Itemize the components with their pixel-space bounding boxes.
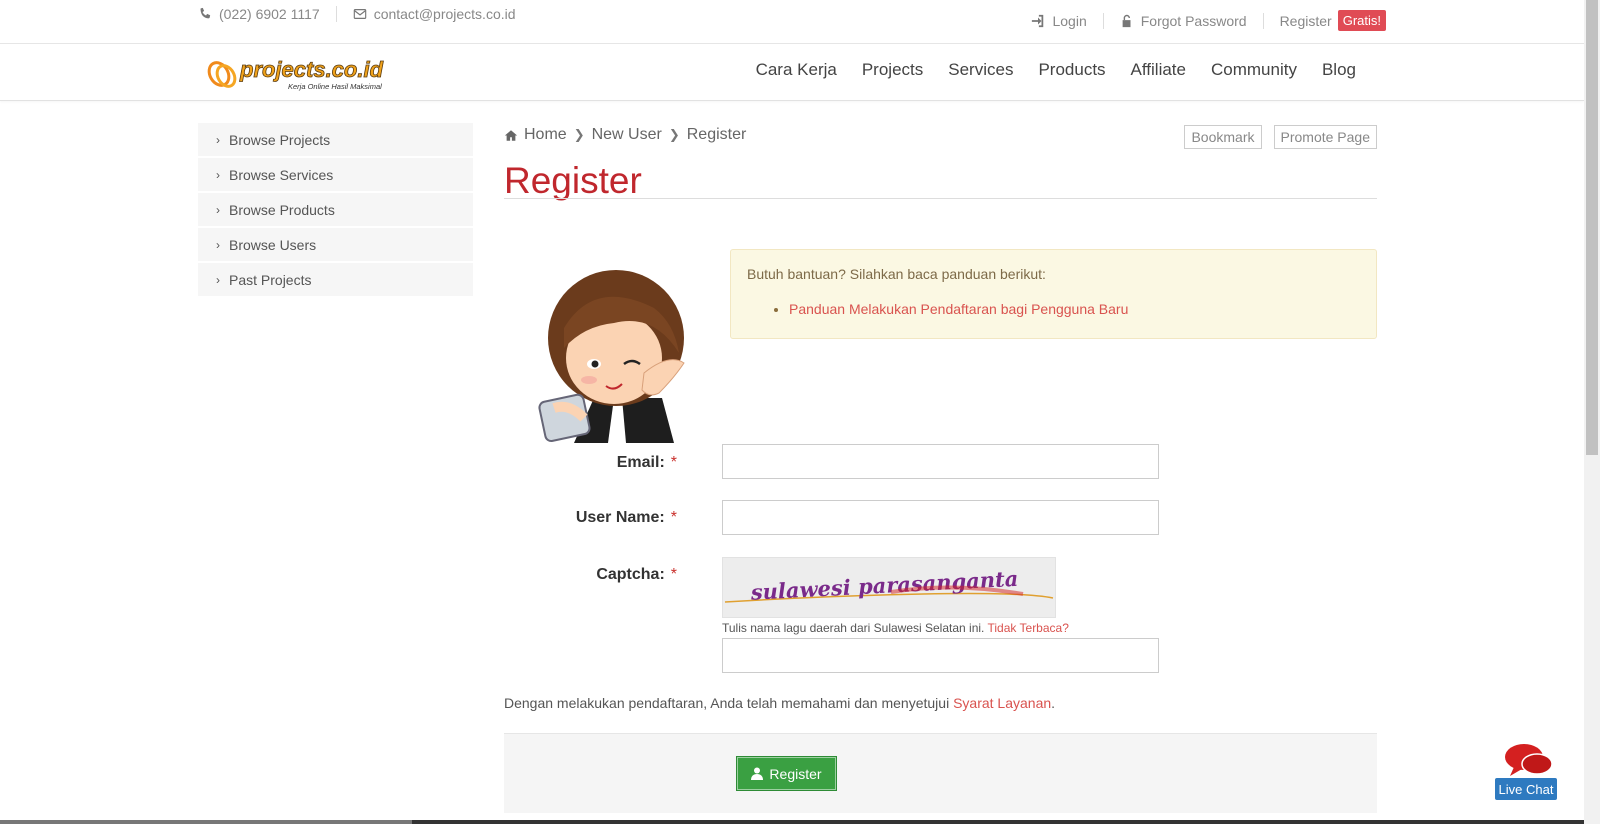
terms-text: Dengan melakukan pendaftaran, Anda telah… <box>504 695 950 711</box>
phone-icon <box>200 7 211 19</box>
contact-info: (022) 6902 1117 contact@projects.co.id <box>198 6 516 22</box>
bottom-edge <box>0 820 1584 824</box>
captcha-label: Captcha: * <box>596 566 677 584</box>
gratis-badge[interactable]: Gratis! <box>1337 10 1386 31</box>
nav-projects[interactable]: Projects <box>862 60 923 80</box>
sidebar-item-browse-projects[interactable]: › Browse Projects <box>198 123 473 156</box>
nav-community[interactable]: Community <box>1211 60 1297 80</box>
registration-guide-link[interactable]: Panduan Melakukan Pendaftaran bagi Pengg… <box>789 301 1360 317</box>
email-label: Email: * <box>617 454 677 472</box>
divider <box>335 6 337 22</box>
live-chat-label[interactable]: Live Chat <box>1495 778 1557 800</box>
required-mark: * <box>670 566 677 583</box>
phone-number: (022) 6902 1117 <box>219 6 320 22</box>
form-actions: Register <box>504 733 1377 813</box>
captcha-hint: Tulis nama lagu daerah dari Sulawesi Sel… <box>722 621 1069 635</box>
login-label[interactable]: Login <box>1052 13 1086 29</box>
divider <box>1262 12 1264 29</box>
envelope-icon <box>353 9 366 19</box>
nav-affiliate[interactable]: Affiliate <box>1131 60 1186 80</box>
terms-of-service-link[interactable]: Syarat Layanan <box>953 695 1051 711</box>
promote-page-button[interactable]: Promote Page <box>1273 125 1377 149</box>
top-bar: (022) 6902 1117 contact@projects.co.id L… <box>0 0 1584 44</box>
chat-bubbles-icon[interactable] <box>1504 742 1554 780</box>
chevron-right-icon: › <box>216 132 220 147</box>
chevron-right-icon: › <box>216 167 220 182</box>
breadcrumb: Home ❯ New User ❯ Register <box>504 126 746 144</box>
captcha-image: sulawesi parasanganta <box>722 557 1056 618</box>
captcha-text: sulawesi parasanganta <box>749 566 1019 605</box>
scrollbar-thumb[interactable] <box>1586 0 1598 455</box>
register-label[interactable]: Register <box>1280 13 1332 29</box>
bookmark-button[interactable]: Bookmark <box>1184 125 1262 149</box>
sign-in-icon <box>1032 14 1044 27</box>
register-link[interactable]: Register Gratis! <box>1280 10 1386 31</box>
login-link[interactable]: Login <box>1031 13 1087 29</box>
forgot-password-link[interactable]: Forgot Password <box>1120 13 1247 29</box>
username-field[interactable] <box>722 500 1159 535</box>
phone-contact: (022) 6902 1117 <box>198 6 320 22</box>
logo-tagline: Kerja Online Hasil Maksimal <box>288 82 382 91</box>
register-button[interactable]: Register <box>736 756 837 791</box>
main-navbar: projects.co.id Kerja Online Hasil Maksim… <box>0 44 1584 101</box>
chevron-right-icon: › <box>216 202 220 217</box>
breadcrumb-new-user[interactable]: New User <box>592 126 662 144</box>
required-mark: * <box>670 454 677 471</box>
main-menu: Cara Kerja Projects Services Products Af… <box>756 60 1356 80</box>
notice-links: Panduan Melakukan Pendaftaran bagi Pengg… <box>747 301 1360 317</box>
sidebar-item-label[interactable]: Past Projects <box>229 272 311 288</box>
username-label-text: User Name: <box>575 509 665 526</box>
home-icon <box>504 129 518 141</box>
breadcrumb-home[interactable]: Home <box>524 126 567 144</box>
captcha-hint-text: Tulis nama lagu daerah dari Sulawesi Sel… <box>722 621 985 635</box>
breadcrumb-separator: ❯ <box>668 127 680 142</box>
page-scrollbar[interactable] <box>1584 0 1600 824</box>
live-chat-widget[interactable]: Live Chat <box>1495 742 1563 800</box>
terms-end: . <box>1051 695 1056 711</box>
breadcrumb-separator: ❯ <box>573 127 585 142</box>
register-button-label[interactable]: Register <box>769 766 821 782</box>
username-label: User Name: * <box>576 509 677 527</box>
sidebar-item-past-projects[interactable]: › Past Projects <box>198 263 473 296</box>
required-mark: * <box>670 509 677 526</box>
sidebar-item-label[interactable]: Browse Services <box>229 167 333 183</box>
chevron-right-icon: › <box>216 272 220 287</box>
nav-products[interactable]: Products <box>1038 60 1105 80</box>
assistant-avatar-illustration <box>538 270 685 443</box>
sidebar-item-browse-services[interactable]: › Browse Services <box>198 158 473 191</box>
email-label-text: Email: <box>616 454 665 471</box>
email-contact[interactable]: contact@projects.co.id <box>353 6 516 22</box>
title-divider <box>504 198 1377 199</box>
nav-blog[interactable]: Blog <box>1322 60 1356 80</box>
nav-services[interactable]: Services <box>948 60 1013 80</box>
sidebar-item-browse-products[interactable]: › Browse Products <box>198 193 473 226</box>
email-field[interactable] <box>722 444 1159 479</box>
page-title: Register <box>504 160 642 201</box>
terms-notice: Dengan melakukan pendaftaran, Anda telah… <box>504 695 1055 711</box>
sidebar: › Browse Projects › Browse Services › Br… <box>198 123 473 298</box>
email-address[interactable]: contact@projects.co.id <box>374 6 516 22</box>
chevron-right-icon: › <box>216 237 220 252</box>
help-notice: Butuh bantuan? Silahkan baca panduan ber… <box>730 249 1377 339</box>
sidebar-item-browse-users[interactable]: › Browse Users <box>198 228 473 261</box>
sidebar-item-label[interactable]: Browse Products <box>229 202 335 218</box>
breadcrumb-current: Register <box>686 126 747 143</box>
captcha-answer-field[interactable] <box>722 638 1159 673</box>
logo-text: projects.co.id <box>239 57 384 82</box>
notice-text: Butuh bantuan? Silahkan baca panduan ber… <box>747 266 1046 282</box>
page-actions: Bookmark Promote Page <box>1184 125 1377 149</box>
captcha-label-text: Captcha: <box>596 566 665 583</box>
divider <box>1102 12 1104 29</box>
captcha-unreadable-link[interactable]: Tidak Terbaca? <box>988 621 1069 635</box>
auth-links: Login Forgot Password Register Gratis! <box>1031 10 1386 31</box>
sidebar-item-label[interactable]: Browse Projects <box>229 132 330 148</box>
forgot-password-label[interactable]: Forgot Password <box>1141 13 1247 29</box>
nav-cara-kerja[interactable]: Cara Kerja <box>756 60 837 80</box>
lock-icon <box>1122 14 1131 27</box>
site-logo[interactable]: projects.co.id Kerja Online Hasil Maksim… <box>206 54 402 92</box>
bottom-edge-segment <box>0 820 412 824</box>
user-icon <box>751 767 764 780</box>
sidebar-item-label[interactable]: Browse Users <box>229 237 316 253</box>
